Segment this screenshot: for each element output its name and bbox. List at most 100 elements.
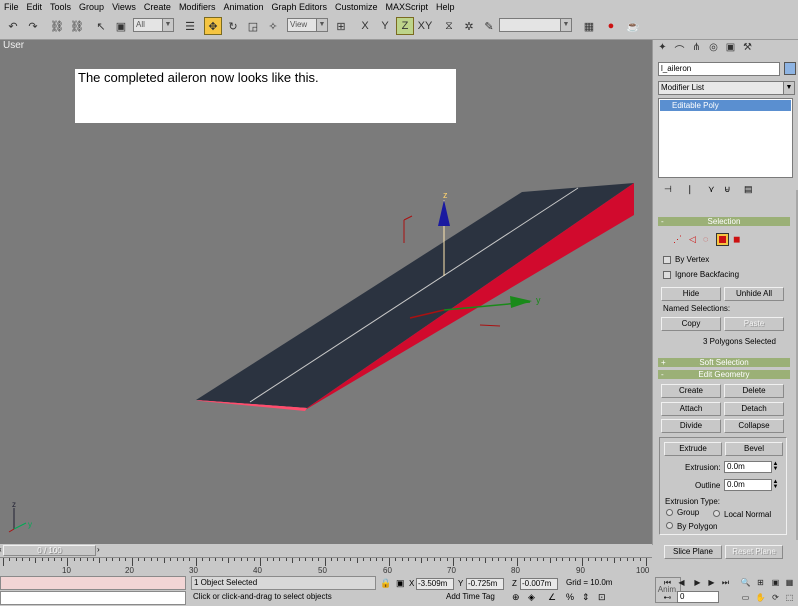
named-selection-dropdown[interactable]: ▼ xyxy=(499,18,572,32)
axis-xy-icon[interactable]: XY xyxy=(416,17,434,35)
reference-coord-dropdown[interactable]: View ▼ xyxy=(287,18,328,32)
maximize-viewport-icon[interactable]: ⬚ xyxy=(784,592,795,603)
slice-plane-button[interactable]: Slice Plane xyxy=(664,545,722,559)
current-frame-field[interactable]: 0 xyxy=(677,591,719,603)
percent-snap-icon[interactable]: % xyxy=(566,592,574,602)
divide-button[interactable]: Divide xyxy=(661,419,721,433)
z-coord-field[interactable]: -0.007m xyxy=(520,578,558,590)
undo-icon[interactable]: ↶ xyxy=(4,17,22,35)
quick-render-icon[interactable]: ☕ xyxy=(624,17,642,35)
attach-button[interactable]: Attach xyxy=(661,402,721,416)
axis-x-icon[interactable]: X xyxy=(356,17,374,35)
zoom-icon[interactable]: 🔍 xyxy=(740,577,751,588)
scale-icon[interactable]: ◲ xyxy=(244,17,262,35)
zoom-all-icon[interactable]: ⊞ xyxy=(755,577,766,588)
spinner-snap-icon[interactable]: ⇕ xyxy=(582,592,590,603)
select-object-icon[interactable]: ↖ xyxy=(92,17,110,35)
show-end-result-icon[interactable]: ❘ xyxy=(686,184,694,195)
add-time-tag[interactable]: Add Time Tag xyxy=(446,592,495,601)
selection-lock-icon[interactable]: ⊡ xyxy=(598,592,606,603)
hide-button[interactable]: Hide xyxy=(661,287,721,301)
edit-geometry-rollout-header[interactable]: - Edit Geometry xyxy=(658,370,790,379)
create-tab-icon[interactable]: ✦ xyxy=(655,42,670,56)
hierarchy-tab-icon[interactable]: ⋔ xyxy=(689,42,704,56)
aileron-top-face[interactable] xyxy=(196,183,634,408)
pan-icon[interactable]: ✋ xyxy=(755,592,766,603)
field-of-view-icon[interactable]: ▭ xyxy=(740,592,751,603)
border-mode-icon[interactable]: ◌ xyxy=(703,234,708,244)
time-slider-thumb[interactable]: 0 / 100 xyxy=(3,545,96,556)
prev-frame-icon[interactable]: ◀ xyxy=(676,577,687,588)
modifier-list-dropdown[interactable]: Modifier List ▼ xyxy=(658,81,795,95)
utilities-tab-icon[interactable]: ⚒ xyxy=(740,42,755,56)
detach-button[interactable]: Detach xyxy=(724,402,784,416)
move-icon[interactable]: ✥ xyxy=(204,17,222,35)
pin-stack-icon[interactable]: ⊣ xyxy=(664,184,672,195)
y-coord-field[interactable]: -0.725m xyxy=(466,578,504,590)
spinner-arrows-icon[interactable]: ▲ ▼ xyxy=(772,461,779,472)
render-scene-icon[interactable]: ● xyxy=(602,17,620,35)
modifier-stack[interactable]: Editable Poly xyxy=(658,98,793,178)
menu-graph-editors[interactable]: Graph Editors xyxy=(267,0,331,14)
menu-file[interactable]: File xyxy=(0,0,23,14)
menu-edit[interactable]: Edit xyxy=(23,0,47,14)
copy-button[interactable]: Copy xyxy=(661,317,721,331)
polygon-mode-icon[interactable] xyxy=(716,233,729,246)
configure-sets-icon[interactable]: ▤ xyxy=(744,184,753,195)
material-editor-icon[interactable]: ▦ xyxy=(580,17,598,35)
menu-group[interactable]: Group xyxy=(75,0,108,14)
by-vertex-checkbox[interactable] xyxy=(663,256,671,264)
axis-y-icon[interactable]: Y xyxy=(376,17,394,35)
unlink-icon[interactable]: ⛓ xyxy=(68,17,86,35)
aileron-side-face[interactable] xyxy=(305,183,634,410)
time-prev-icon[interactable]: ‹ xyxy=(0,545,2,554)
edge-mode-icon[interactable]: ◁ xyxy=(689,234,696,245)
spinner-arrows-icon[interactable]: ▲ ▼ xyxy=(772,479,779,490)
menu-views[interactable]: Views xyxy=(108,0,140,14)
x-coord-field[interactable]: -3.509m xyxy=(416,578,454,590)
selection-filter-dropdown[interactable]: All ▼ xyxy=(133,18,174,32)
zoom-extents-all-icon[interactable]: ▦ xyxy=(784,577,795,588)
select-by-name-icon[interactable]: ☰ xyxy=(181,17,199,35)
by-polygon-radio[interactable] xyxy=(666,522,673,529)
time-slider[interactable]: 0 / 100 ‹ › xyxy=(0,544,652,557)
manipulate-icon[interactable]: ✧ xyxy=(264,17,282,35)
menu-create[interactable]: Create xyxy=(140,0,175,14)
reset-plane-button[interactable]: Reset Plane xyxy=(725,545,783,559)
align-icon[interactable]: ✲ xyxy=(460,17,478,35)
paste-button[interactable]: Paste xyxy=(724,317,784,331)
object-name-field[interactable]: l_aileron xyxy=(658,62,780,76)
collapse-button[interactable]: Collapse xyxy=(724,419,784,433)
arc-rotate-icon[interactable]: ⟳ xyxy=(770,592,781,603)
stack-item-editable-poly[interactable]: Editable Poly xyxy=(660,100,791,111)
bevel-button[interactable]: Bevel xyxy=(725,442,783,456)
maxscript-listener-output[interactable] xyxy=(0,576,186,590)
select-link-icon[interactable]: ⛓ xyxy=(48,17,66,35)
pivot-icon[interactable]: ⊞ xyxy=(332,17,350,35)
remove-modifier-icon[interactable]: ⊌ xyxy=(724,184,731,195)
gizmo-z-arrow[interactable] xyxy=(438,200,450,226)
soft-selection-rollout-header[interactable]: + Soft Selection xyxy=(658,358,790,367)
snap-toggle-icon[interactable]: ◈ xyxy=(528,592,535,603)
lock-icon[interactable]: 🔒 xyxy=(380,578,391,589)
goto-start-icon[interactable]: ⏮ xyxy=(662,577,673,588)
object-color-swatch[interactable] xyxy=(784,62,796,75)
mirror-icon[interactable]: ⧖ xyxy=(440,17,458,35)
viewport-user[interactable]: User z y z y The completed aileron now l… xyxy=(0,40,652,544)
motion-tab-icon[interactable]: ◎ xyxy=(706,42,721,56)
track-bar[interactable]: 10 20 30 40 50 60 70 80 90 100 xyxy=(0,557,652,575)
key-mode-toggle-icon[interactable]: ⊷ xyxy=(662,592,673,603)
local-normal-radio[interactable] xyxy=(713,510,720,517)
delete-button[interactable]: Delete xyxy=(724,384,784,398)
make-unique-icon[interactable]: ⋎ xyxy=(708,184,715,195)
modify-tab-icon[interactable]: ⌒ xyxy=(672,42,687,57)
display-tab-icon[interactable]: ▣ xyxy=(723,42,738,56)
outline-spinner[interactable]: 0.0m ▲ ▼ xyxy=(724,479,778,491)
gizmo-y-arrow[interactable] xyxy=(510,296,532,308)
menu-tools[interactable]: Tools xyxy=(46,0,75,14)
time-next-icon[interactable]: › xyxy=(97,545,100,554)
create-button[interactable]: Create xyxy=(661,384,721,398)
menu-modifiers[interactable]: Modifiers xyxy=(175,0,220,14)
angle-snap-icon[interactable]: ∠ xyxy=(548,592,556,603)
vertex-mode-icon[interactable]: ⋰ xyxy=(673,234,682,245)
